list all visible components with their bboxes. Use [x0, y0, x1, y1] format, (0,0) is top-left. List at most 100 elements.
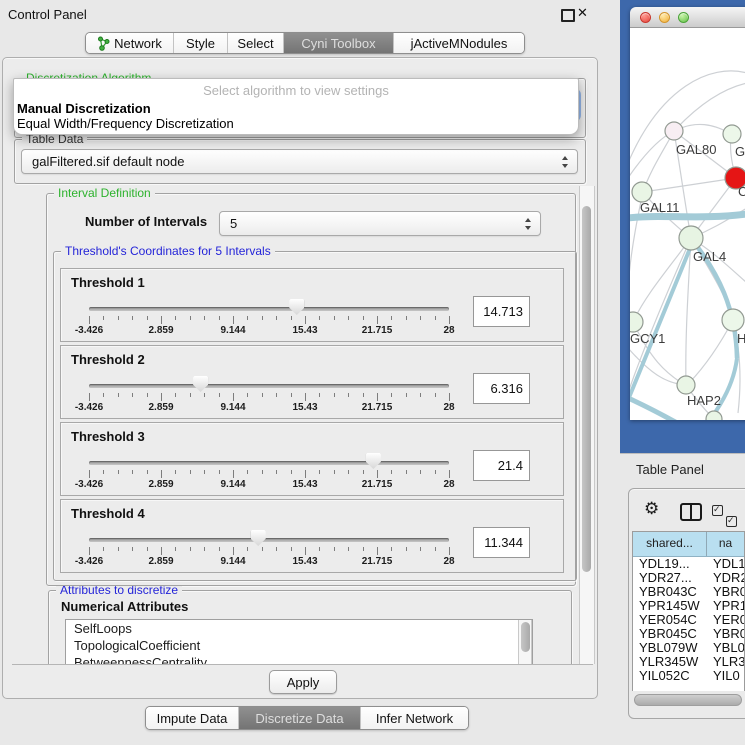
- tab-jactivemnodules[interactable]: jActiveMNodules: [394, 33, 524, 53]
- scrollbar-thumb[interactable]: [521, 622, 530, 652]
- table-row[interactable]: YIL052C YIL0: [633, 669, 744, 681]
- network-edge[interactable]: [687, 320, 733, 385]
- checkbox-icon[interactable]: [726, 516, 737, 527]
- attributes-scrollbar[interactable]: [518, 620, 532, 664]
- table-row[interactable]: YBR045C YBR0: [633, 627, 744, 641]
- dropdown-option-manual[interactable]: Manual Discretization: [17, 101, 151, 116]
- close-traffic-light-icon[interactable]: [640, 12, 651, 23]
- minimize-traffic-light-icon[interactable]: [659, 12, 670, 23]
- table-row[interactable]: YLR345W YLR3: [633, 655, 744, 669]
- list-item[interactable]: TopologicalCoefficient: [66, 637, 532, 654]
- slider-tick: [262, 393, 263, 397]
- table-cell[interactable]: YLR3: [713, 655, 744, 669]
- table-data-combobox[interactable]: galFiltered.sif default node: [21, 149, 578, 174]
- table-cell[interactable]: YBR045C: [639, 627, 697, 641]
- network-node[interactable]: [679, 226, 703, 250]
- table-row[interactable]: YPR145W YPR1: [633, 599, 744, 613]
- checkbox-icon[interactable]: [712, 505, 723, 516]
- tab-network[interactable]: Network: [86, 33, 174, 53]
- float-window-icon[interactable]: [561, 9, 575, 22]
- table-row[interactable]: YER054C YER0: [633, 613, 744, 627]
- attributes-group: Attributes to discretize Numerical Attri…: [48, 590, 572, 664]
- table-row[interactable]: YDR27... YDR2: [633, 571, 744, 585]
- close-icon[interactable]: ✕: [577, 5, 588, 21]
- table-cell[interactable]: YBR0: [713, 585, 744, 599]
- table-cell[interactable]: YBR0: [713, 627, 744, 641]
- table-cell[interactable]: YDR27...: [639, 571, 692, 585]
- network-edge-highlighted[interactable]: [630, 398, 688, 420]
- tick-label: 9.144: [220, 556, 245, 567]
- slider-thumb[interactable]: [289, 299, 304, 315]
- tab-style[interactable]: Style: [174, 33, 228, 53]
- threshold-value-input[interactable]: 14.713: [473, 296, 530, 327]
- network-node[interactable]: [723, 125, 741, 143]
- slider-track[interactable]: [89, 307, 449, 311]
- table-cell[interactable]: YIL0: [713, 669, 740, 681]
- network-edge[interactable]: [674, 83, 745, 131]
- horizontal-scrollbar-thumb[interactable]: [634, 694, 742, 706]
- tab-impute-data[interactable]: Impute Data: [146, 707, 239, 729]
- table-cell[interactable]: YER0: [713, 613, 744, 627]
- threshold-value-input[interactable]: 6.316: [473, 373, 530, 404]
- network-node[interactable]: [665, 122, 683, 140]
- network-edge[interactable]: [633, 238, 691, 322]
- tab-discretize-data[interactable]: Discretize Data: [239, 707, 361, 729]
- zoom-traffic-light-icon[interactable]: [678, 12, 689, 23]
- network-window-titlebar[interactable]: [630, 7, 745, 28]
- tab-select[interactable]: Select: [228, 33, 284, 53]
- top-tab-bar: Network Style Select Cyni Toolbox jActiv…: [85, 32, 525, 54]
- threshold-value-input[interactable]: 21.4: [473, 450, 530, 481]
- network-edge[interactable]: [643, 178, 736, 192]
- tab-label: Style: [186, 36, 215, 51]
- settings-scrollbar[interactable]: [579, 186, 595, 664]
- network-view-frame[interactable]: GAL80GACGAL11GAL4GCY1HHAP2: [620, 0, 745, 453]
- list-item[interactable]: SelfLoops: [66, 620, 532, 637]
- tick-label: 21.715: [362, 479, 393, 490]
- gear-icon[interactable]: ⚙: [644, 500, 659, 517]
- network-edge[interactable]: [643, 131, 674, 192]
- network-canvas[interactable]: GAL80GACGAL11GAL4GCY1HHAP2: [630, 28, 745, 420]
- table-cell[interactable]: YDR2: [713, 571, 744, 585]
- threshold-value-input[interactable]: 11.344: [473, 527, 530, 558]
- tab-infer-network[interactable]: Infer Network: [361, 707, 468, 729]
- slider-tick: [276, 547, 277, 551]
- network-node[interactable]: [722, 309, 744, 331]
- table-cell[interactable]: YER054C: [639, 613, 697, 627]
- table-cell[interactable]: YBL079W: [639, 641, 698, 655]
- tick-label: 15.43: [292, 325, 317, 336]
- node-attribute-table[interactable]: shared... na YDL19...YDL1YDR27...YDR2YBR…: [632, 531, 745, 691]
- table-cell[interactable]: YDL1: [713, 557, 744, 571]
- slider-thumb[interactable]: [193, 376, 208, 392]
- slider-tick: [449, 547, 450, 555]
- list-item[interactable]: BetweennessCentrality: [66, 654, 532, 664]
- column-header-shared-name[interactable]: shared...: [633, 532, 707, 556]
- table-cell[interactable]: YIL052C: [639, 669, 690, 681]
- table-cell[interactable]: YPR1: [713, 599, 744, 613]
- network-node[interactable]: [630, 312, 643, 332]
- scrollbar-thumb[interactable]: [582, 206, 591, 572]
- table-row[interactable]: YBL079W YBL0: [633, 641, 744, 655]
- slider-thumb[interactable]: [251, 530, 266, 546]
- table-cell[interactable]: YLR345W: [639, 655, 698, 669]
- tab-label: Network: [114, 36, 162, 51]
- column-header-name[interactable]: na: [707, 532, 744, 556]
- tab-cyni-toolbox[interactable]: Cyni Toolbox: [284, 33, 394, 53]
- slider-track[interactable]: [89, 384, 449, 388]
- number-of-intervals-combobox[interactable]: 5: [219, 211, 541, 236]
- table-cell[interactable]: YBR043C: [639, 585, 697, 599]
- dropdown-option-equal-width[interactable]: Equal Width/Frequency Discretization: [17, 116, 234, 131]
- network-node[interactable]: [677, 376, 695, 394]
- slider-thumb[interactable]: [366, 453, 381, 469]
- table-row[interactable]: YBR043C YBR0: [633, 585, 744, 599]
- table-row[interactable]: YDL19... YDL1: [633, 557, 744, 571]
- slider-track[interactable]: [89, 461, 449, 465]
- attributes-list[interactable]: SelfLoopsTopologicalCoefficientBetweenne…: [65, 619, 533, 664]
- slider-track[interactable]: [89, 538, 449, 542]
- network-node[interactable]: [632, 182, 652, 202]
- split-columns-icon[interactable]: [680, 503, 702, 521]
- table-cell[interactable]: YBL0: [713, 641, 744, 655]
- table-cell[interactable]: YDL19...: [639, 557, 690, 571]
- apply-button[interactable]: Apply: [269, 670, 337, 694]
- table-cell[interactable]: YPR145W: [639, 599, 700, 613]
- threshold-row: Threshold 1-3.4262.8599.14415.4321.71528…: [60, 268, 564, 342]
